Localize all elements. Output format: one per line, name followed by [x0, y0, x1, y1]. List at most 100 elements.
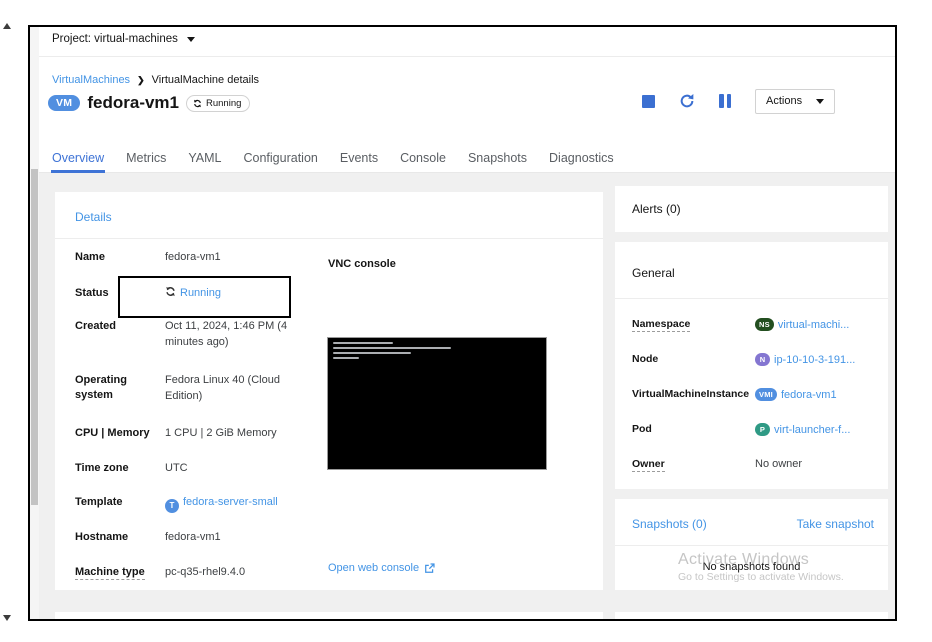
general-row-vmi: VirtualMachineInstance VMI fedora-vm1 [632, 388, 878, 423]
chevron-down-icon [816, 98, 825, 104]
node-link[interactable]: Nip-10-10-3-191... [755, 353, 855, 366]
alerts-card[interactable]: Alerts (0) [615, 186, 888, 232]
pod-value: virt-launcher-f... [774, 423, 851, 436]
tab-snapshots[interactable]: Snapshots [457, 147, 538, 172]
project-bar: Project: virtual-machines [39, 27, 895, 57]
detail-value: UTC [165, 462, 188, 474]
divider [615, 298, 888, 299]
detail-row-status: Status Running [75, 286, 327, 319]
take-snapshot-button[interactable]: Take snapshot [797, 517, 874, 531]
details-card-title[interactable]: Details [75, 210, 112, 224]
general-row-namespace: Namespace NS virtual-machi... [632, 318, 878, 353]
template-badge: T [165, 498, 179, 513]
page-scroll-up-icon[interactable] [3, 23, 11, 29]
page-scroll-down-icon[interactable] [3, 615, 11, 621]
detail-row-name: Name fedora-vm1 [75, 250, 327, 286]
page-title-row: VM fedora-vm1 Running [48, 91, 251, 115]
general-label: VirtualMachineInstance [632, 388, 750, 400]
detail-label: Hostname [75, 531, 129, 543]
screenshot-canvas: Project: virtual-machines VirtualMachine… [0, 0, 932, 642]
breadcrumb-virtualmachines-link[interactable]: VirtualMachines [52, 74, 130, 86]
external-link-icon [425, 562, 435, 573]
pause-vm-button[interactable] [719, 94, 731, 108]
detail-label-help: Machine type [75, 566, 145, 580]
tab-configuration[interactable]: Configuration [233, 147, 329, 172]
vnc-console-thumbnail[interactable] [327, 337, 547, 470]
open-web-console-label: Open web console [328, 562, 420, 574]
divider [55, 238, 603, 239]
status-badge-label: Running [206, 97, 242, 109]
next-card-partial [615, 612, 888, 619]
detail-row-cpu-memory: CPU | Memory 1 CPU | 2 GiB Memory [75, 426, 327, 461]
general-card: General Namespace NS virtual-machi... Nod… [615, 242, 888, 489]
detail-value-status: Running [165, 286, 317, 319]
detail-value: 1 CPU | 2 GiB Memory [165, 427, 277, 439]
details-list: Name fedora-vm1 Status Running Created O… [75, 250, 327, 585]
general-label: Node [632, 353, 659, 365]
snapshots-card: Snapshots (0) Take snapshot No snapshots… [615, 499, 888, 590]
general-list: Namespace NS virtual-machi... Node Nip-10… [632, 318, 878, 493]
vmi-badge: VMI [755, 388, 777, 401]
template-link[interactable]: fedora-server-small [183, 496, 278, 508]
project-selector-label: Project: virtual-machines [52, 33, 178, 45]
detail-value-template: Tfedora-server-small [165, 495, 317, 530]
vm-kind-badge: VM [48, 95, 81, 111]
vmi-value: fedora-vm1 [780, 388, 837, 401]
tab-yaml[interactable]: YAML [177, 147, 232, 172]
stop-vm-button[interactable] [642, 94, 655, 108]
detail-value: pc-q35-rhel9.4.0 [165, 566, 246, 578]
divider [615, 545, 888, 546]
page-title: fedora-vm1 [87, 93, 179, 112]
detail-row-timezone: Time zone UTC [75, 461, 327, 495]
detail-value: fedora-vm1 [165, 531, 221, 543]
console-text-line [333, 347, 451, 349]
general-row-owner: Owner No owner [632, 458, 878, 493]
detail-label: Template [75, 496, 123, 508]
node-badge: N [755, 353, 770, 366]
detail-row-machine-type: Machine type pc-q35-rhel9.4.0 [75, 565, 327, 585]
namespace-link[interactable]: NS virtual-machi... [755, 318, 849, 331]
tab-console[interactable]: Console [389, 147, 457, 172]
actions-button[interactable]: Actions [755, 88, 836, 114]
snapshots-card-title[interactable]: Snapshots (0) [632, 517, 707, 531]
tab-diagnostics[interactable]: Diagnostics [538, 147, 625, 172]
tab-events[interactable]: Events [329, 147, 389, 172]
status-running-link[interactable]: Running [180, 287, 221, 299]
detail-value: fedora-vm1 [165, 251, 221, 263]
detail-label: Name [75, 251, 105, 263]
restart-vm-button[interactable] [679, 93, 695, 109]
next-card-partial [55, 612, 603, 619]
status-badge: Running [186, 94, 251, 112]
tab-metrics[interactable]: Metrics [115, 147, 177, 172]
detail-row-os: Operating system Fedora Linux 40 (Cloud … [75, 373, 327, 426]
detail-row-created: Created Oct 11, 2024, 1:46 PM (4 minutes… [75, 319, 327, 373]
tab-overview[interactable]: Overview [41, 147, 115, 173]
console-text-line [333, 352, 411, 354]
owner-value: No owner [755, 458, 803, 470]
details-card: Details Name fedora-vm1 Status Running C… [55, 192, 603, 590]
restart-icon [680, 94, 694, 108]
general-label-help: Namespace [632, 318, 691, 332]
vm-action-controls: Actions [642, 88, 836, 114]
detail-label: Operating system [75, 374, 127, 401]
console-text-line [333, 357, 359, 359]
overview-workarea: Details Name fedora-vm1 Status Running C… [39, 173, 895, 619]
breadcrumb: VirtualMachines ❯ VirtualMachine details [52, 74, 259, 86]
left-scrollbar[interactable] [30, 27, 39, 619]
pod-link[interactable]: Pvirt-launcher-f... [755, 423, 850, 436]
project-selector[interactable]: Project: virtual-machines [52, 33, 195, 45]
open-web-console-link[interactable]: Open web console [328, 562, 435, 574]
app-window: Project: virtual-machines VirtualMachine… [28, 25, 897, 621]
general-label-help: Owner [632, 458, 665, 472]
sync-icon [165, 286, 176, 297]
general-card-title: General [632, 266, 675, 280]
detail-row-hostname: Hostname fedora-vm1 [75, 530, 327, 565]
console-text-line [333, 342, 393, 344]
vmi-link[interactable]: VMI fedora-vm1 [755, 388, 837, 401]
scrollbar-thumb[interactable] [31, 169, 38, 505]
detail-label: Time zone [75, 462, 129, 474]
detail-label: Status [75, 287, 109, 299]
alerts-card-title: Alerts (0) [632, 202, 681, 216]
breadcrumb-separator-icon: ❯ [137, 74, 145, 85]
pod-badge: P [755, 423, 770, 436]
